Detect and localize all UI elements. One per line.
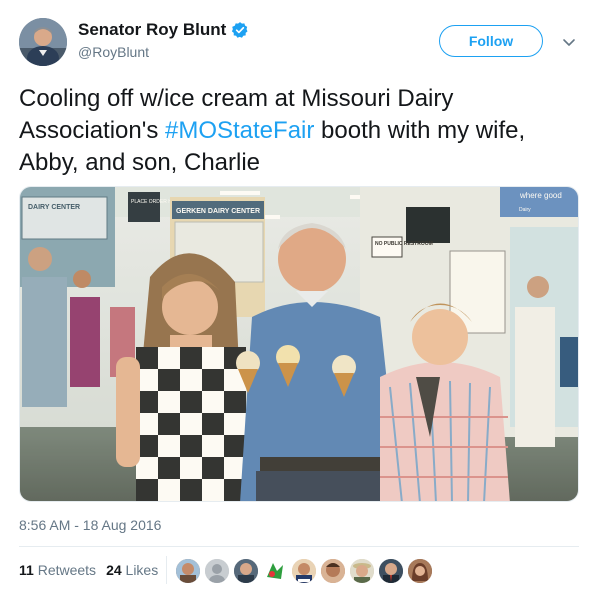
tweet-timestamp[interactable]: 8:56 AM - 18 Aug 2016 <box>19 517 161 533</box>
hashtag-link[interactable]: #MOStateFair <box>165 117 314 144</box>
retweets-stat[interactable]: 11 Retweets <box>19 562 96 578</box>
tweet-stats: 11 Retweets 24 Likes <box>19 562 168 578</box>
liker-avatar[interactable] <box>321 559 345 583</box>
tweet-photo[interactable]: DAIRY CENTER PLACE ORDER HERE GERKEN DAI… <box>19 186 579 502</box>
likers-avatars <box>176 559 437 583</box>
tweet-card: Senator Roy Blunt @RoyBlunt Follow Cooli… <box>0 0 605 593</box>
liker-avatar[interactable] <box>292 559 316 583</box>
retweets-label: Retweets <box>37 562 97 578</box>
liker-avatar[interactable] <box>234 559 258 583</box>
follow-button[interactable]: Follow <box>439 25 543 57</box>
verified-badge-icon <box>232 22 248 38</box>
likes-label: Likes <box>125 562 159 578</box>
liker-avatar[interactable] <box>379 559 403 583</box>
chevron-down-icon[interactable] <box>561 34 577 50</box>
divider <box>19 546 579 547</box>
author-handle[interactable]: @RoyBlunt <box>78 44 149 60</box>
author-display-name[interactable]: Senator Roy Blunt <box>78 20 226 40</box>
author-name-row: Senator Roy Blunt <box>78 20 249 40</box>
liker-avatar[interactable] <box>350 559 374 583</box>
liker-avatar[interactable] <box>263 559 287 583</box>
retweets-count: 11 <box>19 562 34 578</box>
likes-stat[interactable]: 24 Likes <box>106 562 158 578</box>
liker-avatar[interactable] <box>176 559 200 583</box>
likes-count: 24 <box>106 562 122 578</box>
liker-avatar[interactable] <box>408 559 432 583</box>
author-avatar[interactable] <box>19 18 67 66</box>
liker-avatar[interactable] <box>205 559 229 583</box>
stats-separator <box>166 556 167 584</box>
tweet-text: Cooling off w/ice cream at Missouri Dair… <box>19 83 579 179</box>
